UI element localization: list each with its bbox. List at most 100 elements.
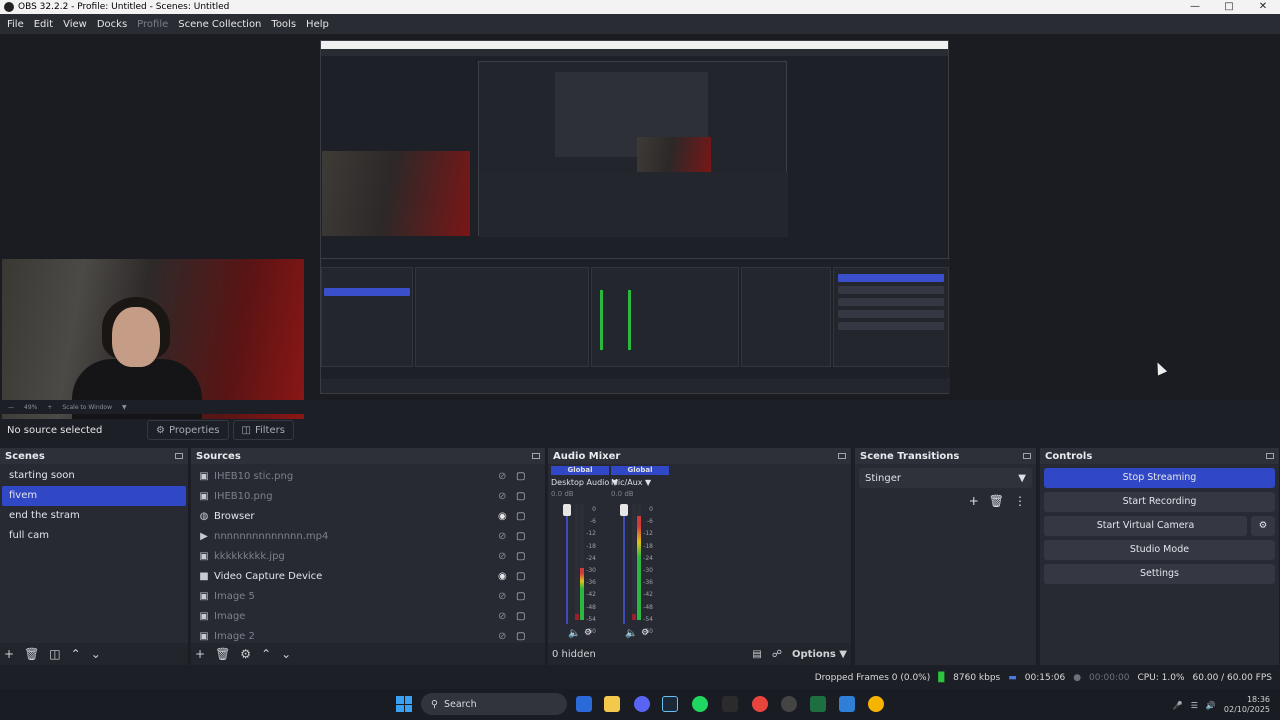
excel-icon[interactable] xyxy=(810,696,826,712)
lock-icon[interactable]: ▢ xyxy=(516,631,525,642)
volume-icon[interactable]: 🔊 xyxy=(1206,701,1216,710)
undock-icon[interactable] xyxy=(175,453,183,459)
filters-button[interactable]: ◫ Filters xyxy=(232,420,294,440)
lock-icon[interactable]: ▢ xyxy=(516,551,525,562)
chrome-icon[interactable] xyxy=(752,696,768,712)
file-explorer-icon[interactable] xyxy=(604,696,620,712)
scene-item[interactable]: starting soon xyxy=(2,466,186,486)
speaker-icon[interactable]: 🔈 xyxy=(568,628,580,639)
media-player-icon[interactable] xyxy=(839,696,855,712)
volume-slider-knob[interactable] xyxy=(563,504,571,516)
more-options-icon[interactable]: ⋮ xyxy=(1014,494,1026,508)
trash-icon[interactable]: 🗑 xyxy=(24,647,39,661)
spotify-icon[interactable] xyxy=(692,696,708,712)
source-item[interactable]: ▣ IHEB10 stic.png ⊘ ▢ xyxy=(191,466,545,486)
trash-icon[interactable]: 🗑 xyxy=(989,494,1004,508)
studio-mode-button[interactable]: Studio Mode xyxy=(1044,540,1275,560)
scene-filters-icon[interactable]: ◫ xyxy=(49,647,60,661)
eye-hidden-icon[interactable]: ⊘ xyxy=(498,611,506,622)
start-recording-button[interactable]: Start Recording xyxy=(1044,492,1275,512)
gear-icon[interactable]: ⚙ xyxy=(240,647,251,661)
move-down-icon[interactable]: ⌄ xyxy=(91,647,101,661)
eye-hidden-icon[interactable]: ⊘ xyxy=(498,531,506,542)
start-virtual-camera-button[interactable]: Start Virtual Camera xyxy=(1044,516,1247,536)
scale-mode-select[interactable]: Scale to Window xyxy=(62,404,112,411)
speaker-icon[interactable]: 🔈 xyxy=(625,628,637,639)
menu-view[interactable]: View xyxy=(58,19,92,30)
options-button[interactable]: Options ▼ xyxy=(792,649,847,660)
add-source-icon[interactable]: + xyxy=(195,647,205,661)
trash-icon[interactable]: 🗑 xyxy=(215,647,230,661)
menu-help[interactable]: Help xyxy=(301,19,334,30)
source-item[interactable]: ▣ Image 5 ⊘ ▢ xyxy=(191,586,545,606)
volume-slider-track[interactable] xyxy=(566,504,568,624)
preview-canvas[interactable] xyxy=(0,34,1280,429)
move-up-icon[interactable]: ⌃ xyxy=(71,647,81,661)
discord-icon[interactable] xyxy=(634,696,650,712)
hidden-count[interactable]: 0 hidden xyxy=(552,649,596,660)
move-down-icon[interactable]: ⌄ xyxy=(281,647,291,661)
menu-file[interactable]: File xyxy=(2,19,29,30)
scene-item[interactable]: end the stram xyxy=(2,506,186,526)
task-view-icon[interactable] xyxy=(576,696,592,712)
lock-icon[interactable]: ▢ xyxy=(516,531,525,542)
lock-icon[interactable]: ▢ xyxy=(516,611,525,622)
eye-icon[interactable]: ◉ xyxy=(498,571,507,582)
undock-icon[interactable] xyxy=(1023,453,1031,459)
lock-icon[interactable]: ▢ xyxy=(516,471,525,482)
link-icon[interactable]: ☍ xyxy=(772,649,782,660)
lock-icon[interactable]: ▢ xyxy=(516,491,525,502)
zoom-in-icon[interactable]: + xyxy=(47,404,52,411)
eye-hidden-icon[interactable]: ⊘ xyxy=(498,631,506,642)
layout-icon[interactable]: ▤ xyxy=(752,649,761,660)
source-item[interactable]: ▣ kkkkkkkkk.jpg ⊘ ▢ xyxy=(191,546,545,566)
eye-hidden-icon[interactable]: ⊘ xyxy=(498,471,506,482)
source-item[interactable]: ▶ nnnnnnnnnnnnnn.mp4 ⊘ ▢ xyxy=(191,526,545,546)
chrome-alt-icon[interactable] xyxy=(868,696,884,712)
windows-start-icon[interactable] xyxy=(396,696,412,712)
zoom-out-icon[interactable]: — xyxy=(8,404,14,411)
add-transition-icon[interactable]: + xyxy=(969,494,979,508)
volume-slider-track[interactable] xyxy=(623,504,625,624)
undock-icon[interactable] xyxy=(532,453,540,459)
move-up-icon[interactable]: ⌃ xyxy=(261,647,271,661)
taskbar-search[interactable]: ⚲ Search xyxy=(421,693,567,715)
steam-icon[interactable] xyxy=(662,696,678,712)
scene-item-selected[interactable]: fivem xyxy=(2,486,186,506)
add-scene-icon[interactable]: + xyxy=(4,647,14,661)
eye-hidden-icon[interactable]: ⊘ xyxy=(498,491,506,502)
wifi-icon[interactable]: ☰ xyxy=(1191,701,1198,710)
minimize-button[interactable]: — xyxy=(1178,0,1212,14)
close-button[interactable]: ✕ xyxy=(1246,0,1280,14)
lock-icon[interactable]: ▢ xyxy=(516,511,525,522)
volume-slider-knob[interactable] xyxy=(620,504,628,516)
menu-tools[interactable]: Tools xyxy=(266,19,301,30)
menu-scene-collection[interactable]: Scene Collection xyxy=(173,19,266,30)
source-item[interactable]: ▣ IHEB10.png ⊘ ▢ xyxy=(191,486,545,506)
eye-hidden-icon[interactable]: ⊘ xyxy=(498,551,506,562)
scene-item[interactable]: full cam xyxy=(2,526,186,546)
menu-edit[interactable]: Edit xyxy=(29,19,58,30)
epic-games-icon[interactable] xyxy=(722,696,738,712)
lock-icon[interactable]: ▢ xyxy=(516,571,525,582)
chevron-down-icon[interactable]: ▼ xyxy=(645,478,651,487)
settings-button[interactable]: Settings xyxy=(1044,564,1275,584)
source-item[interactable]: ▣ Image ⊘ ▢ xyxy=(191,606,545,626)
settings-cog-icon[interactable]: ⚙ xyxy=(641,628,649,638)
stop-streaming-button[interactable]: Stop Streaming xyxy=(1044,468,1275,488)
obs-taskbar-icon[interactable] xyxy=(781,696,797,712)
source-item[interactable]: ◍ Browser ◉ ▢ xyxy=(191,506,545,526)
menu-profile[interactable]: Profile xyxy=(132,19,173,30)
eye-icon[interactable]: ◉ xyxy=(498,511,507,522)
properties-button[interactable]: ⚙ Properties xyxy=(147,420,229,440)
eye-hidden-icon[interactable]: ⊘ xyxy=(498,591,506,602)
lock-icon[interactable]: ▢ xyxy=(516,591,525,602)
chevron-down-icon[interactable]: ▼ xyxy=(122,404,127,411)
transition-select[interactable]: Stinger ▼ xyxy=(859,468,1032,488)
undock-icon[interactable] xyxy=(838,453,846,459)
virtual-camera-settings-icon[interactable]: ⚙ xyxy=(1251,516,1275,536)
settings-cog-icon[interactable]: ⚙ xyxy=(584,628,592,638)
mic-icon[interactable]: 🎤 xyxy=(1173,701,1183,710)
source-item[interactable]: ■ Video Capture Device ◉ ▢ xyxy=(191,566,545,586)
maximize-button[interactable]: □ xyxy=(1212,0,1246,14)
